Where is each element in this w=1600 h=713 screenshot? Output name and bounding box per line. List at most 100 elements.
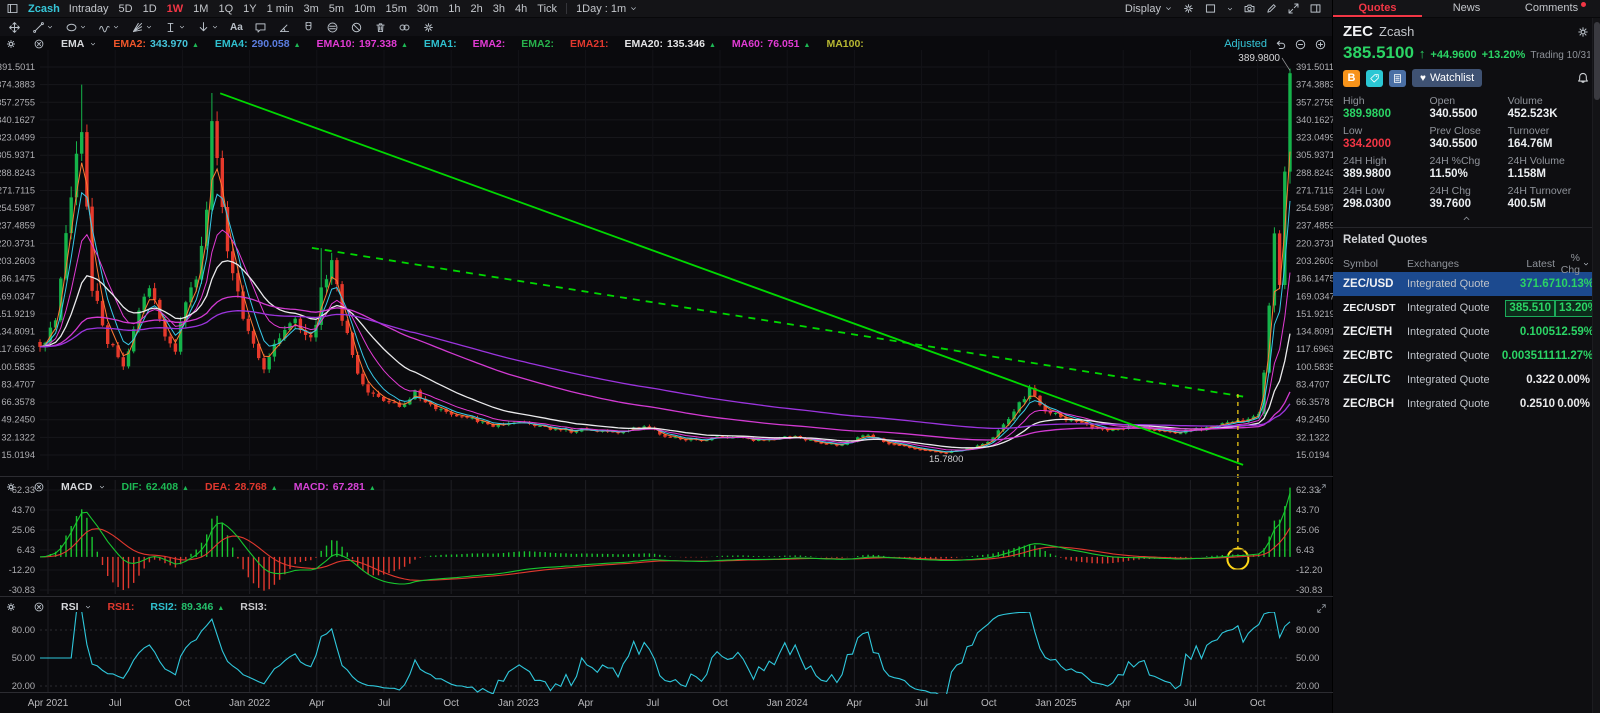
date-tick: Apr 2021 bbox=[28, 698, 69, 709]
display-dropdown[interactable]: Display bbox=[1125, 3, 1173, 15]
related-row-zec-btc[interactable]: ZEC/BTCIntegrated Quotes0.003511111.27% bbox=[1333, 344, 1600, 368]
chart-symbol-label[interactable]: Zcash bbox=[28, 3, 60, 15]
measure-tool[interactable] bbox=[164, 21, 186, 34]
related-exchange: Integrated Quotes bbox=[1407, 350, 1489, 362]
timeframe-1w[interactable]: 1W bbox=[167, 3, 184, 15]
delete-drawings-tool[interactable] bbox=[374, 21, 387, 34]
timeframe-1q[interactable]: 1Q bbox=[218, 3, 233, 15]
related-header-latest[interactable]: Latest bbox=[1489, 258, 1555, 270]
timeframe-5m[interactable]: 5m bbox=[329, 3, 344, 15]
svg-text:203.2603: 203.2603 bbox=[0, 256, 35, 266]
link-drawings-tool[interactable] bbox=[398, 21, 411, 34]
collapse-stats-button[interactable] bbox=[1333, 213, 1600, 225]
quote-header: ZEC Zcash bbox=[1333, 18, 1600, 40]
rsi-name[interactable]: RSI bbox=[61, 601, 92, 613]
timeframe-30m[interactable]: 30m bbox=[417, 3, 438, 15]
last-price: 385.5100 bbox=[1343, 43, 1414, 63]
screenshot-camera-icon[interactable] bbox=[1243, 2, 1256, 15]
trendline-tool[interactable] bbox=[32, 21, 54, 34]
date-tick: Apr bbox=[309, 698, 325, 709]
tab-news[interactable]: News bbox=[1422, 0, 1511, 17]
layout-icon[interactable] bbox=[6, 2, 19, 15]
related-header-exchanges[interactable]: Exchanges bbox=[1407, 258, 1489, 270]
tag-badge-icon[interactable] bbox=[1366, 70, 1383, 87]
drawing-settings[interactable] bbox=[422, 21, 435, 34]
stat-prev-close: Prev Close340.5500 bbox=[1429, 125, 1507, 150]
macd-expand-icon[interactable] bbox=[1316, 481, 1327, 499]
stat-value: 400.5M bbox=[1508, 198, 1590, 210]
svg-text:50.00: 50.00 bbox=[12, 653, 35, 663]
svg-text:169.0347: 169.0347 bbox=[0, 291, 35, 301]
hide-drawings-tool[interactable] bbox=[350, 21, 363, 34]
timeframe-3m[interactable]: 3m bbox=[304, 3, 319, 15]
timeframe-1m[interactable]: 1M bbox=[193, 3, 208, 15]
chevron-down-icon bbox=[79, 23, 87, 31]
coin-badge-icon[interactable]: B bbox=[1343, 70, 1360, 87]
magnet-tool[interactable] bbox=[302, 21, 315, 34]
timeframe-1d[interactable]: 1D bbox=[143, 3, 157, 15]
text-tool[interactable]: Aa bbox=[230, 22, 243, 33]
timeframe-15m[interactable]: 15m bbox=[385, 3, 406, 15]
timeframe-2h[interactable]: 2h bbox=[471, 3, 483, 15]
timeframe-1h[interactable]: 1h bbox=[448, 3, 460, 15]
ema-name[interactable]: EMA bbox=[61, 38, 97, 50]
angle-tool[interactable] bbox=[278, 21, 291, 34]
related-header-symbol[interactable]: Symbol bbox=[1343, 258, 1407, 270]
related-row-zec-ltc[interactable]: ZEC/LTCIntegrated Quotes0.3220.00% bbox=[1333, 368, 1600, 392]
adjusted-toggle[interactable]: Adjusted bbox=[1224, 38, 1267, 50]
settings-gear-icon[interactable] bbox=[1182, 2, 1195, 15]
move-tool[interactable] bbox=[8, 21, 21, 34]
related-header--chg[interactable]: % Chg bbox=[1555, 252, 1590, 276]
gann-fan-tool[interactable] bbox=[131, 21, 153, 34]
tab-label: Comments bbox=[1525, 2, 1578, 14]
zoom-out-icon[interactable] bbox=[1294, 38, 1307, 51]
arrow-tool[interactable] bbox=[197, 21, 219, 34]
alert-bell-icon[interactable] bbox=[1576, 71, 1590, 85]
related-row-zec-eth[interactable]: ZEC/ETHIntegrated Quotes0.100512.59% bbox=[1333, 320, 1600, 344]
gear-icon[interactable] bbox=[1576, 25, 1590, 39]
svg-text:49.2450: 49.2450 bbox=[1296, 415, 1330, 425]
zoom-in-icon[interactable] bbox=[1314, 38, 1327, 51]
add-watchlist-button[interactable]: ♥ Watchlist bbox=[1412, 69, 1482, 87]
related-row-zec-usdt[interactable]: ZEC/USDTIntegrated Quotes385.51013.20% bbox=[1333, 296, 1600, 320]
timeframe-3h[interactable]: 3h bbox=[493, 3, 505, 15]
timeframe-10m[interactable]: 10m bbox=[354, 3, 375, 15]
svg-text:323.0499: 323.0499 bbox=[0, 133, 35, 143]
related-row-zec-bch[interactable]: ZEC/BCHIntegrated Quotes0.25100.00% bbox=[1333, 392, 1600, 416]
comment-tool[interactable] bbox=[254, 21, 267, 34]
continuous-draw-tool[interactable] bbox=[326, 21, 339, 34]
macd-remove-icon[interactable] bbox=[33, 481, 45, 493]
ema-remove-icon[interactable] bbox=[33, 38, 45, 50]
macd-settings-icon[interactable] bbox=[5, 481, 17, 493]
timeframe-4h[interactable]: 4h bbox=[515, 3, 527, 15]
panel-scrollbar[interactable] bbox=[1592, 18, 1600, 713]
scrollbar-thumb[interactable] bbox=[1594, 22, 1600, 100]
macd-value-2: MACD:67.281▲ bbox=[294, 481, 376, 493]
rsi-settings-icon[interactable] bbox=[5, 601, 17, 613]
timeframe-1y[interactable]: 1Y bbox=[243, 3, 256, 15]
rsi-expand-icon[interactable] bbox=[1316, 601, 1327, 619]
tab-comments[interactable]: Comments bbox=[1511, 0, 1600, 17]
timeframe-intraday[interactable]: Intraday bbox=[69, 3, 109, 15]
ellipse-tool[interactable] bbox=[65, 21, 87, 34]
draw-pencil-icon[interactable] bbox=[1265, 2, 1278, 15]
fullscreen-expand-icon[interactable] bbox=[1287, 2, 1300, 15]
frame-select-icon[interactable] bbox=[1204, 2, 1217, 15]
tab-quotes[interactable]: Quotes bbox=[1333, 0, 1422, 17]
interval-dropdown[interactable]: 1Day : 1m bbox=[576, 3, 638, 15]
rsi-remove-icon[interactable] bbox=[33, 601, 45, 613]
undo-icon[interactable] bbox=[1274, 38, 1287, 51]
panel-right-icon[interactable] bbox=[1309, 2, 1322, 15]
quote-price-row: 385.5100 ↑ +44.9600 +13.20% Trading 10/3… bbox=[1333, 40, 1600, 63]
ema-value-7: EMA20:135.346▲ bbox=[624, 38, 715, 50]
timeframe-1-min[interactable]: 1 min bbox=[267, 3, 294, 15]
timeframe-5d[interactable]: 5D bbox=[119, 3, 133, 15]
macd-name[interactable]: MACD bbox=[61, 481, 106, 493]
chart-area[interactable]: 389.980015.7800391.5011391.5011374.38833… bbox=[0, 36, 1332, 713]
ema-settings-icon[interactable] bbox=[5, 38, 17, 50]
date-tick: Jan 2023 bbox=[498, 698, 540, 709]
wave-tool[interactable] bbox=[98, 21, 120, 34]
document-badge-icon[interactable] bbox=[1389, 70, 1406, 87]
up-triangle-icon: ▲ bbox=[804, 42, 811, 49]
timeframe-tick[interactable]: Tick bbox=[537, 3, 557, 15]
